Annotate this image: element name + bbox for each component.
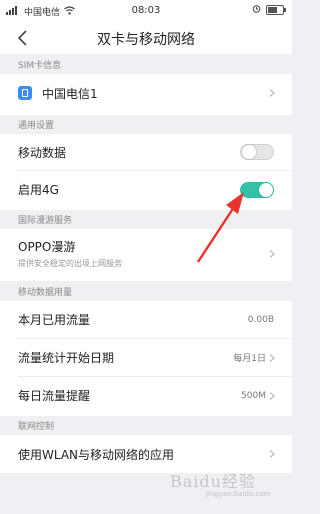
page-title: 双卡与移动网络 xyxy=(97,32,195,48)
monthly-used-value: 0.00B xyxy=(247,314,274,325)
status-bar: 中国电信 08:03 xyxy=(0,0,292,22)
sim-card-label: 中国电信1 xyxy=(42,86,98,101)
watermark-url: jingyan.baidu.com xyxy=(206,490,271,498)
oppo-roaming-text: OPPO漫游 提供安全稳定的出境上网服务 xyxy=(18,238,122,269)
status-time: 08:03 xyxy=(131,5,161,16)
screen: 中国电信 08:03 双卡与移动网络 SIM卡信息 中国电信1 通用设置 移动数… xyxy=(0,0,292,514)
alarm-icon xyxy=(252,4,261,16)
toggle-knob xyxy=(259,182,273,197)
watermark-logo: Baidu经验 xyxy=(170,472,256,491)
chevron-right-icon xyxy=(269,353,275,362)
wlan-mobile-apps-label: 使用WLAN与移动网络的应用 xyxy=(18,447,175,462)
monthly-used-row[interactable]: 本月已用流量 0.00B xyxy=(0,301,292,338)
section-roaming-header: 国际漫游服务 xyxy=(0,210,292,229)
start-date-row[interactable]: 流量统计开始日期 每月1日 xyxy=(0,339,292,376)
start-date-value: 每月1日 xyxy=(233,354,266,364)
section-sim-header: SIM卡信息 xyxy=(0,54,292,74)
title-bar: 双卡与移动网络 xyxy=(0,22,292,54)
section-general-header: 通用设置 xyxy=(0,115,292,134)
enable-4g-label: 启用4G xyxy=(18,183,59,197)
chevron-right-icon xyxy=(269,89,275,97)
mobile-data-row[interactable]: 移动数据 xyxy=(0,134,292,170)
oppo-roaming-row[interactable]: OPPO漫游 提供安全稳定的出境上网服务 xyxy=(0,229,292,278)
toggle-knob xyxy=(242,145,256,159)
start-date-label: 流量统计开始日期 xyxy=(18,351,115,365)
sim-card-icon xyxy=(18,86,32,100)
section-network-control-header: 联网控制 xyxy=(0,416,292,435)
daily-reminder-label: 每日流量提醒 xyxy=(18,389,91,403)
daily-reminder-row[interactable]: 每日流量提醒 500M xyxy=(0,377,292,414)
chevron-right-icon xyxy=(269,450,275,458)
daily-reminder-value: 500M xyxy=(241,390,266,401)
enable-4g-row[interactable]: 启用4G xyxy=(0,171,292,208)
mobile-data-label: 移动数据 xyxy=(18,145,67,160)
status-right xyxy=(252,4,286,16)
chevron-right-icon xyxy=(269,249,275,258)
oppo-roaming-label: OPPO漫游 xyxy=(18,240,76,254)
section-data-usage-header: 移动数据用量 xyxy=(0,281,292,301)
battery-icon xyxy=(266,5,286,15)
enable-4g-toggle[interactable] xyxy=(240,181,274,198)
chevron-right-icon xyxy=(269,391,275,400)
mobile-data-toggle[interactable] xyxy=(240,144,274,160)
monthly-used-label: 本月已用流量 xyxy=(18,313,91,327)
sim-card-row[interactable]: 中国电信1 xyxy=(0,74,292,112)
oppo-roaming-subtitle: 提供安全稳定的出境上网服务 xyxy=(18,259,122,268)
